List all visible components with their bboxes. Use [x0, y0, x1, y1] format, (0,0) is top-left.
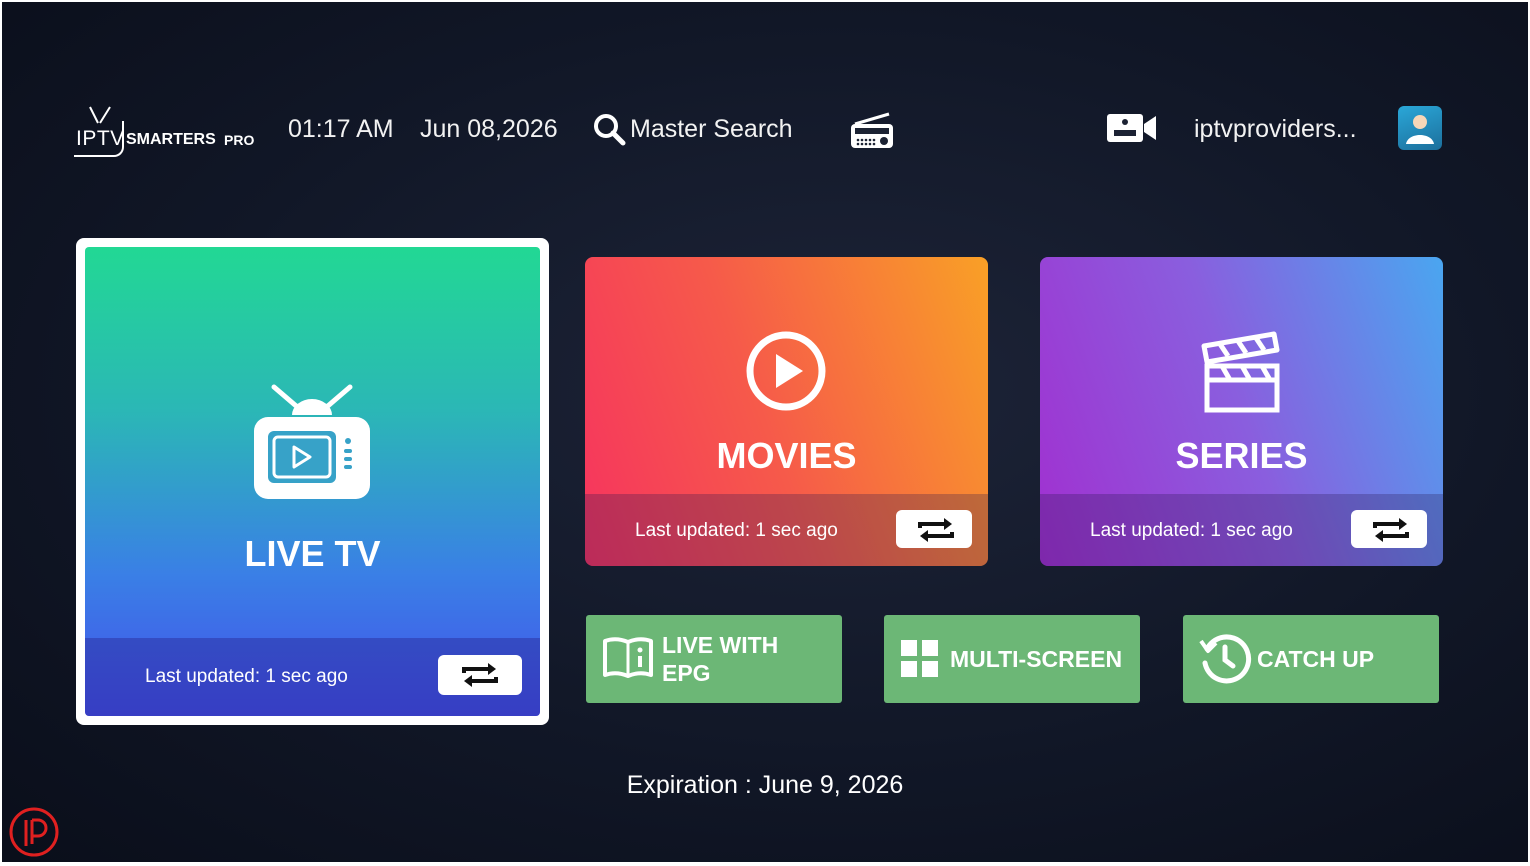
search-icon	[594, 114, 626, 146]
refresh-icon	[462, 663, 498, 687]
live-with-epg-button[interactable]: LIVE WITH EPG	[586, 615, 842, 703]
catch-up-label: CATCH UP	[1257, 646, 1375, 672]
home-screen: IPTV SMARTERS PRO 01:17 AM Jun 08,2026 M…	[2, 2, 1528, 862]
series-tile[interactable]: SERIES Last updated: 1 sec ago	[1040, 257, 1443, 566]
current-date: Jun 08,2026	[420, 115, 558, 143]
multi-screen-button[interactable]: MULTI-SCREEN	[884, 615, 1140, 703]
tv-icon	[254, 384, 370, 499]
live-tv-tile[interactable]: LIVE TV Last updated: 1 sec ago	[76, 238, 549, 725]
avatar[interactable]	[1398, 106, 1442, 150]
avatar-icon	[1406, 115, 1434, 144]
multi-screen-label: MULTI-SCREEN	[950, 646, 1123, 672]
clock-time: 01:17 AM	[288, 115, 394, 143]
radio-icon[interactable]	[849, 110, 895, 150]
logo-smarters-text: SMARTERS	[126, 131, 216, 148]
series-footer: Last updated: 1 sec ago	[1040, 494, 1443, 566]
live-with-epg-line2: EPG	[662, 660, 711, 686]
refresh-icon	[918, 518, 954, 542]
live-tv-footer: Last updated: 1 sec ago	[85, 638, 540, 716]
live-tv-tile-body: LIVE TV Last updated: 1 sec ago	[85, 247, 540, 716]
play-circle-icon	[746, 331, 826, 411]
watermark-logo-icon	[9, 807, 59, 857]
book-info-icon	[603, 637, 653, 678]
series-last-updated: Last updated: 1 sec ago	[1090, 520, 1293, 541]
app-logo: IPTV SMARTERS PRO	[74, 105, 259, 161]
logo-iptv-text: IPTV	[76, 127, 125, 150]
movies-refresh-button[interactable]	[896, 510, 972, 548]
movies-tile[interactable]: MOVIES Last updated: 1 sec ago	[585, 257, 988, 566]
movies-last-updated: Last updated: 1 sec ago	[635, 520, 838, 541]
live-with-epg-line1: LIVE WITH	[662, 632, 779, 658]
live-with-epg-label: LIVE WITH EPG	[662, 631, 778, 687]
movies-title: MOVIES	[716, 435, 857, 476]
logo-pro-text: PRO	[224, 132, 255, 148]
grid-icon	[901, 640, 938, 677]
username-label[interactable]: iptvproviders...	[1194, 115, 1357, 144]
master-search-label: Master Search	[630, 115, 793, 143]
live-tv-refresh-button[interactable]	[438, 655, 522, 695]
live-tv-last-updated: Last updated: 1 sec ago	[145, 666, 348, 687]
series-refresh-button[interactable]	[1351, 510, 1427, 548]
live-tv-title: LIVE TV	[244, 533, 381, 574]
series-title: SERIES	[1175, 435, 1308, 476]
history-clock-icon	[1199, 634, 1252, 684]
movies-footer: Last updated: 1 sec ago	[585, 494, 988, 566]
refresh-icon	[1373, 518, 1409, 542]
record-camera-icon[interactable]	[1106, 112, 1158, 144]
expiration-text: Expiration : June 9, 2026	[626, 771, 904, 799]
clapperboard-icon	[1201, 331, 1280, 413]
catch-up-button[interactable]: CATCH UP	[1183, 615, 1439, 703]
